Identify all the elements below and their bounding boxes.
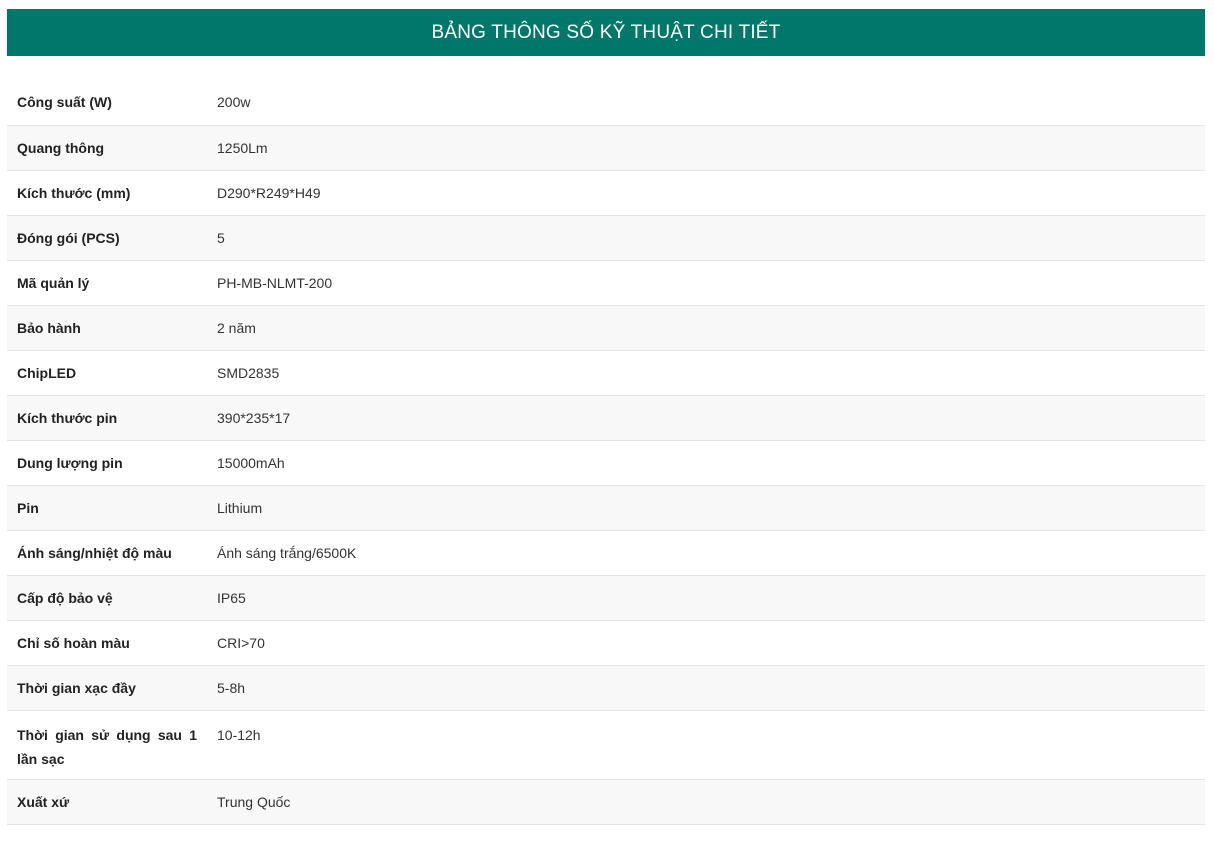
spec-label: ChipLED (17, 364, 77, 381)
spec-label: Kích thước (mm) (17, 184, 131, 201)
table-row: ChipLED SMD2835 (7, 350, 1205, 395)
spec-label: Mã quản lý (17, 274, 90, 291)
spec-label: Xuất xứ (17, 793, 70, 810)
spec-value: PH-MB-NLMT-200 (217, 274, 333, 291)
spec-label: Thời gian xạc đầy (17, 679, 136, 696)
spec-value: Ánh sáng trắng/6500K (217, 544, 357, 561)
spec-value: CRI>70 (217, 634, 265, 651)
table-row: Thời gian sử dụng sau 1 lần sạc 10-12h (7, 710, 1205, 779)
table-row: Chỉ số hoàn màu CRI>70 (7, 620, 1205, 665)
spec-table: Công suất (W) 200w Quang thông 1250Lm Kí… (7, 80, 1205, 825)
spec-value: D290*R249*H49 (217, 184, 321, 201)
spec-label: Dung lượng pin (17, 454, 123, 471)
table-row: Kích thước (mm) D290*R249*H49 (7, 170, 1205, 215)
spec-label: Công suất (W) (17, 94, 112, 111)
spec-table-container: BẢNG THÔNG SỐ KỸ THUẬT CHI TIẾT Công suấ… (7, 9, 1205, 825)
spec-value: 390*235*17 (217, 409, 291, 426)
table-row: Đóng gói (PCS) 5 (7, 215, 1205, 260)
spec-label: Cấp độ bảo vệ (17, 589, 113, 606)
spec-value: Trung Quốc (217, 793, 291, 810)
table-row: Xuất xứ Trung Quốc (7, 779, 1205, 824)
spec-label: Quang thông (17, 139, 105, 156)
table-row: Bảo hành 2 năm (7, 305, 1205, 350)
spec-value: SMD2835 (217, 364, 280, 381)
spec-value: IP65 (217, 589, 246, 606)
spec-value: 5-8h (217, 679, 246, 696)
table-row: Công suất (W) 200w (7, 80, 1205, 125)
table-row: Dung lượng pin 15000mAh (7, 440, 1205, 485)
spec-value: 200w (217, 94, 251, 111)
spec-value: 1250Lm (217, 139, 268, 156)
spec-value: 5 (217, 229, 225, 246)
spec-label: Bảo hành (17, 319, 81, 336)
spec-label: Pin (17, 499, 39, 516)
table-row: Kích thước pin 390*235*17 (7, 395, 1205, 440)
spec-value: 15000mAh (217, 454, 285, 471)
table-row: Ánh sáng/nhiệt độ màu Ánh sáng trắng/650… (7, 530, 1205, 575)
spec-value: 10-12h (217, 726, 261, 743)
spec-value: Lithium (217, 499, 263, 516)
table-row: Pin Lithium (7, 485, 1205, 530)
table-row: Thời gian xạc đầy 5-8h (7, 665, 1205, 710)
spec-label: Thời gian sử dụng sau 1 lần sạc (17, 726, 197, 767)
spec-table-title: BẢNG THÔNG SỐ KỸ THUẬT CHI TIẾT (7, 9, 1205, 56)
spec-label: Đóng gói (PCS) (17, 229, 120, 246)
table-row: Mã quản lý PH-MB-NLMT-200 (7, 260, 1205, 305)
spec-label: Kích thước pin (17, 409, 118, 426)
table-row: Quang thông 1250Lm (7, 125, 1205, 170)
table-row: Cấp độ bảo vệ IP65 (7, 575, 1205, 620)
spec-value: 2 năm (217, 319, 256, 336)
spec-label: Ánh sáng/nhiệt độ màu (17, 544, 172, 561)
spec-label: Chỉ số hoàn màu (17, 634, 130, 651)
